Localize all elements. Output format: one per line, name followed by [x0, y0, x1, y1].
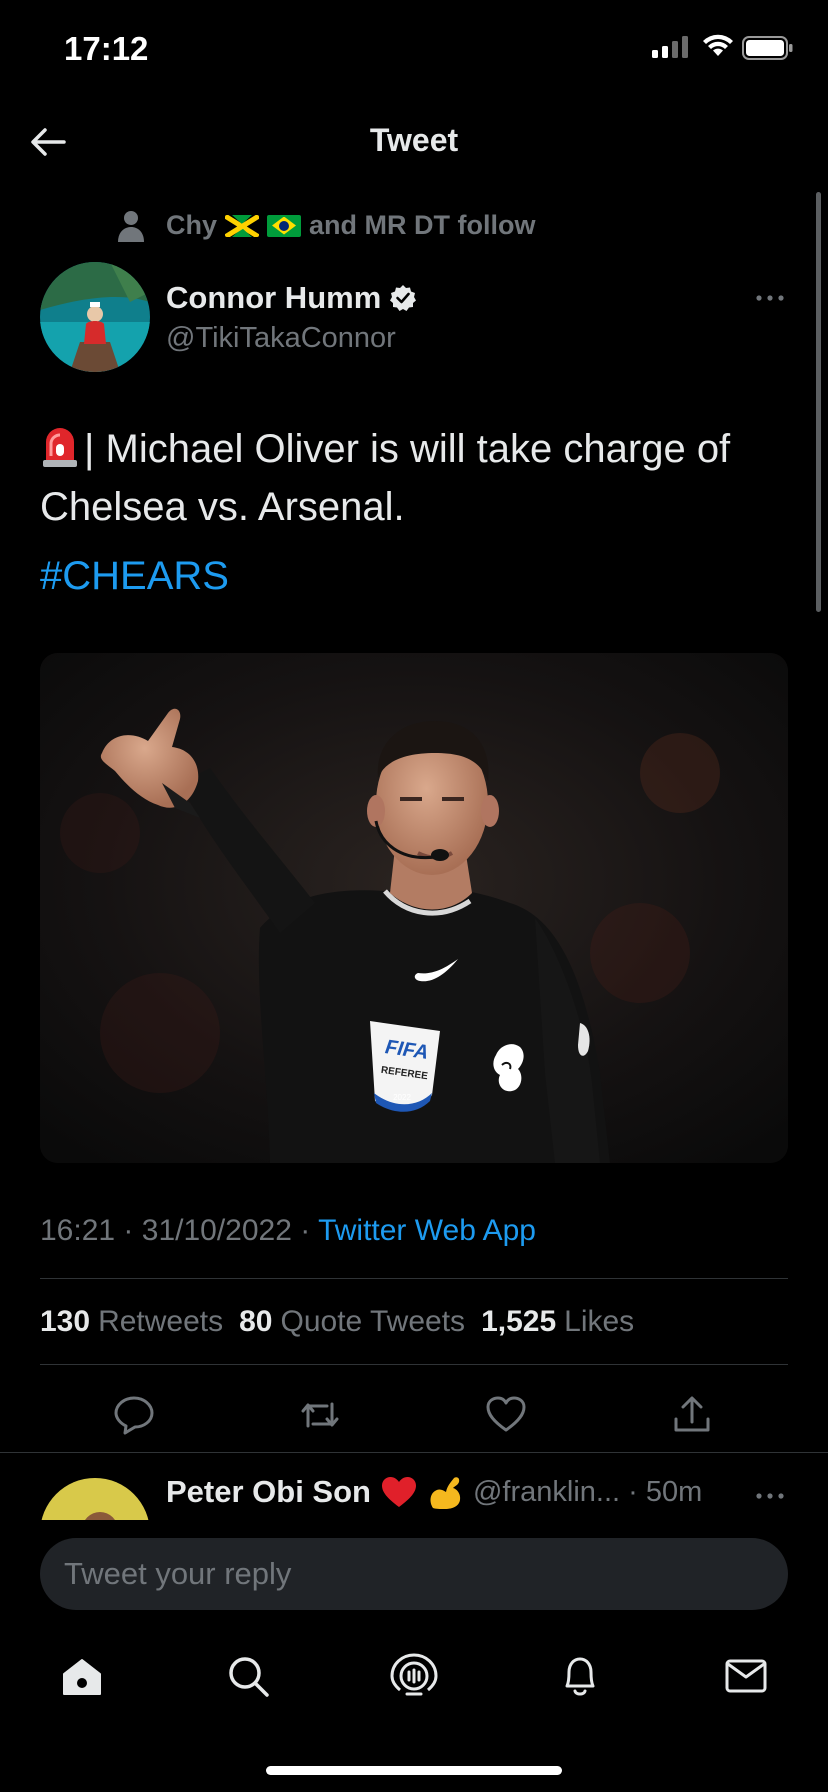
badge-year-text: 2022 — [393, 1093, 411, 1102]
cellular-signal-icon — [652, 36, 688, 58]
person-icon — [118, 211, 144, 242]
author-avatar[interactable] — [40, 262, 150, 372]
retweets-label: Retweets — [98, 1305, 224, 1338]
likes-count: 1,525 — [481, 1305, 557, 1338]
tweet-time: 16:21 — [40, 1214, 116, 1247]
tweet-text: | Michael Oliver is will take charge of … — [40, 420, 780, 536]
divider — [40, 1364, 788, 1365]
tweet-meta: 16:21 · 31/10/2022 · Twitter Web App — [40, 1214, 536, 1248]
reply-input[interactable] — [40, 1538, 788, 1610]
meta-separator: · — [300, 1214, 311, 1247]
battery-icon — [742, 36, 793, 60]
likes-label: Likes — [564, 1305, 635, 1338]
tweet-photo[interactable]: FIFA REFEREE 2022 — [40, 653, 788, 1163]
author-name-row[interactable]: Connor Humm — [166, 280, 417, 316]
mail-icon[interactable] — [722, 1652, 770, 1700]
reply-handle-time: @franklin... · 50m — [472, 1475, 703, 1508]
bell-icon[interactable] — [556, 1652, 604, 1700]
tweet-source-link[interactable]: Twitter Web App — [318, 1214, 536, 1247]
follower-name: Chy — [166, 210, 218, 240]
brazil-flag-icon — [267, 214, 302, 237]
verified-badge-icon — [390, 285, 417, 311]
divider — [0, 1452, 828, 1453]
reply-icon[interactable] — [111, 1392, 157, 1438]
hashtag-link[interactable]: #CHEARS — [40, 554, 229, 599]
quote-tweets-count: 80 — [239, 1305, 273, 1338]
tweet-text-body: | Michael Oliver is will take charge of … — [40, 427, 731, 529]
jamaica-flag-icon — [225, 214, 260, 237]
likes-stat[interactable]: 1,525 Likes — [481, 1305, 634, 1339]
author-handle[interactable]: @TikiTakaConnor — [166, 322, 396, 355]
more-icon[interactable] — [754, 282, 786, 314]
author-name: Connor Humm — [166, 280, 382, 315]
meta-separator: · — [123, 1214, 134, 1247]
siren-icon — [43, 428, 77, 467]
social-context-suffix: and MR DT follow — [309, 210, 536, 240]
red-heart-icon — [381, 1477, 416, 1507]
reply-author-name: Peter Obi Son — [166, 1474, 371, 1509]
wifi-icon — [703, 34, 733, 56]
tweet-stats: 130 Retweets 80 Quote Tweets 1,525 Likes — [40, 1305, 634, 1339]
social-context[interactable]: Chy and MR DT follow — [166, 210, 535, 241]
retweet-icon[interactable] — [297, 1392, 343, 1438]
reply-author-row[interactable]: Peter Obi Son @franklin... · 50m — [166, 1474, 702, 1510]
more-icon[interactable] — [754, 1480, 786, 1512]
scrollbar[interactable] — [816, 192, 821, 612]
flexed-biceps-icon — [430, 1477, 461, 1509]
quote-tweets-label: Quote Tweets — [280, 1305, 466, 1338]
tweet-date: 31/10/2022 — [141, 1214, 292, 1247]
status-time: 17:12 — [64, 30, 149, 67]
heart-icon[interactable] — [483, 1392, 529, 1438]
retweets-stat[interactable]: 130 Retweets — [40, 1305, 223, 1339]
home-indicator — [266, 1766, 562, 1775]
divider — [40, 1278, 788, 1279]
home-icon[interactable] — [58, 1652, 106, 1700]
spaces-icon[interactable] — [390, 1652, 438, 1700]
page-title: Tweet — [369, 122, 459, 158]
retweets-count: 130 — [40, 1305, 91, 1338]
share-icon[interactable] — [669, 1392, 715, 1438]
search-icon[interactable] — [224, 1652, 272, 1700]
quote-tweets-stat[interactable]: 80 Quote Tweets — [239, 1305, 465, 1339]
